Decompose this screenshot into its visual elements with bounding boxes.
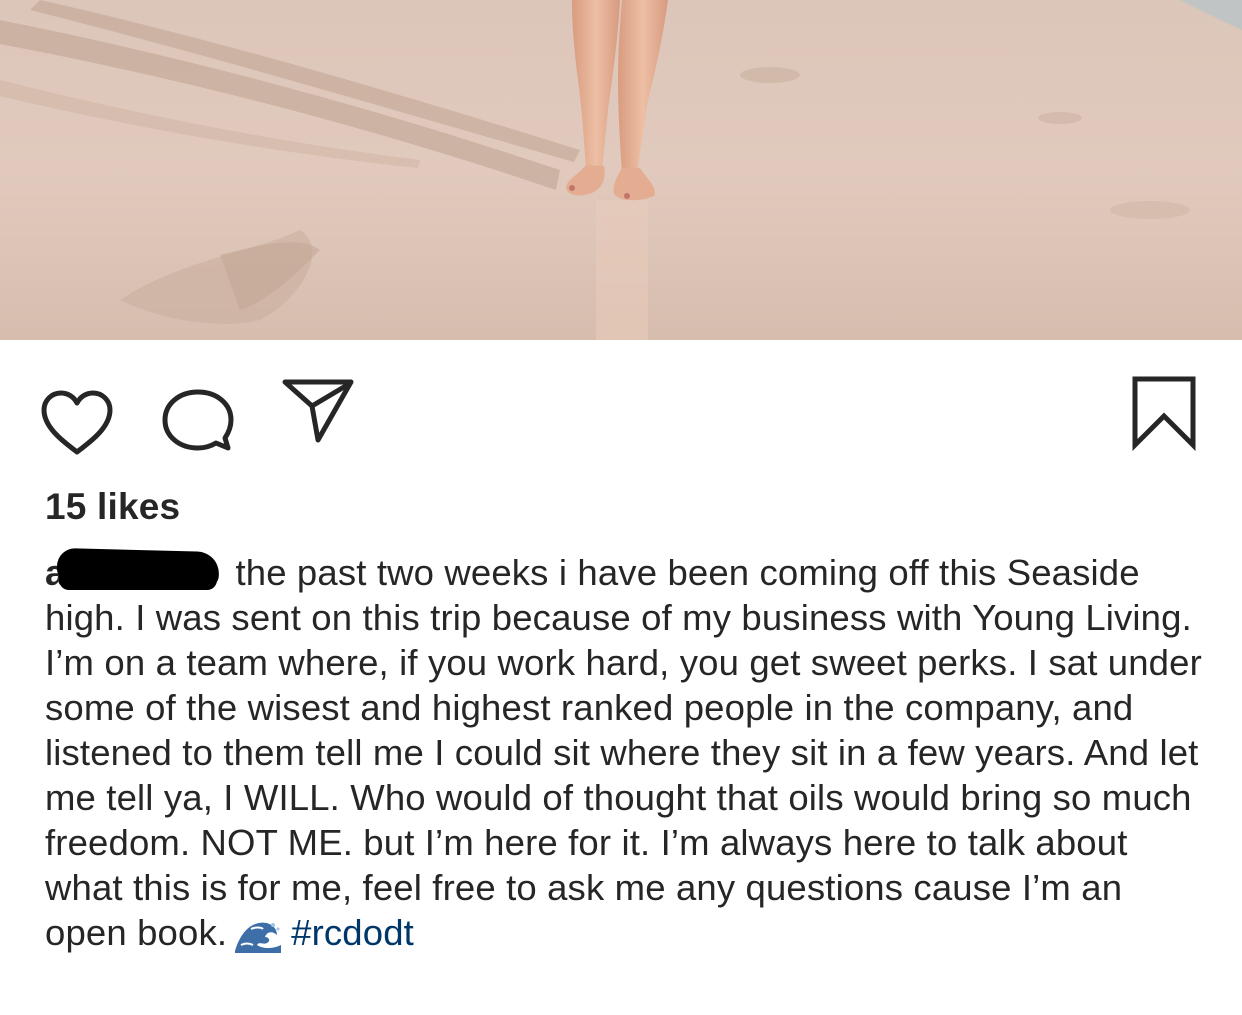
instagram-post: 15 likes a the past two weeks i have been… xyxy=(0,0,1242,1015)
post-action-bar xyxy=(0,340,1242,480)
bookmark-icon[interactable] xyxy=(1132,376,1196,452)
water-wave-emoji xyxy=(233,915,284,955)
caption-text: the past two weeks i have been coming of… xyxy=(45,552,1213,953)
likes-count[interactable]: 15 likes xyxy=(45,486,180,528)
paper-plane-icon[interactable] xyxy=(282,378,354,444)
caption-username[interactable]: a xyxy=(45,547,220,595)
beach-feet-image xyxy=(0,0,1242,340)
redaction-scribble-fill xyxy=(59,566,217,590)
hashtag-link[interactable]: #rcdodt xyxy=(291,912,414,953)
post-photo[interactable] xyxy=(0,0,1242,340)
comment-icon[interactable] xyxy=(162,388,234,454)
heart-icon[interactable] xyxy=(40,390,114,456)
post-caption: a the past two weeks i have been coming o… xyxy=(45,547,1205,955)
